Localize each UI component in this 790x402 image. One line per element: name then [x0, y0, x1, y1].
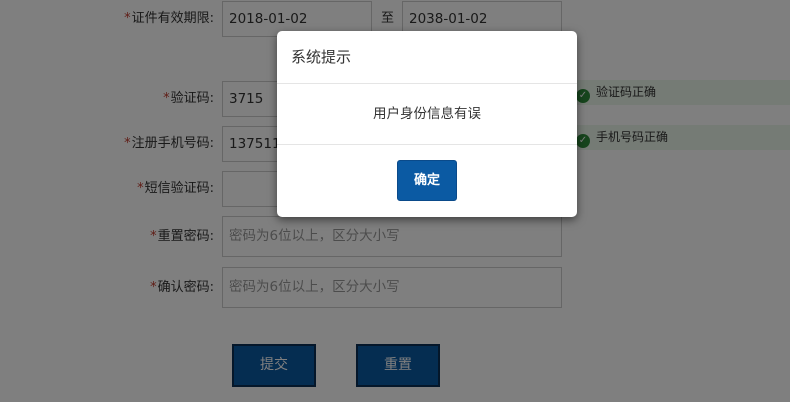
dialog-message: 用户身份信息有误	[277, 84, 577, 145]
dialog-title: 系统提示	[277, 31, 577, 84]
dialog-footer: 确定	[277, 145, 577, 217]
system-alert-dialog: 系统提示 用户身份信息有误 确定	[277, 31, 577, 217]
confirm-button[interactable]: 确定	[397, 160, 457, 201]
